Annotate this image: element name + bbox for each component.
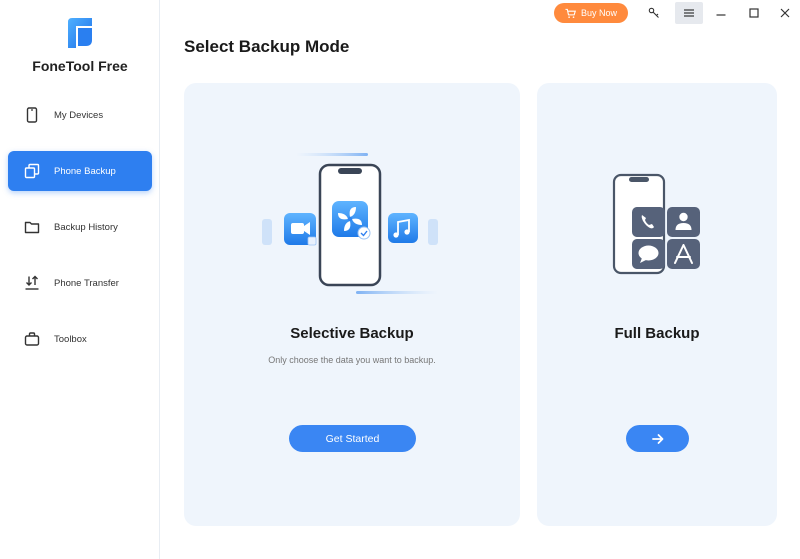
buy-now-button[interactable]: Buy Now xyxy=(554,3,628,23)
sidebar-item-label: Toolbox xyxy=(54,333,87,345)
phone-icon xyxy=(26,107,38,123)
toolbox-icon xyxy=(24,332,40,346)
arrow-right-icon xyxy=(651,433,663,444)
maximize-icon xyxy=(749,8,759,18)
sidebar-nav: My Devices Phone Backup Backup History P… xyxy=(8,95,152,375)
app-name: FoneTool Free xyxy=(32,58,128,74)
sidebar-item-label: My Devices xyxy=(54,109,104,121)
sidebar-item-toolbox[interactable]: Toolbox xyxy=(8,319,152,359)
close-button[interactable] xyxy=(771,2,799,24)
sidebar: FoneTool Free My Devices Phone Backup Ba… xyxy=(0,0,160,559)
backup-icon xyxy=(24,163,40,179)
sidebar-item-phone-backup[interactable]: Phone Backup xyxy=(8,151,152,191)
selective-backup-illustration-icon xyxy=(262,153,438,294)
get-started-button[interactable]: Get Started xyxy=(289,425,416,452)
sidebar-item-phone-transfer[interactable]: Phone Transfer xyxy=(8,263,152,303)
sidebar-item-backup-history[interactable]: Backup History xyxy=(8,207,152,247)
selective-backup-card[interactable]: Selective Backup Only choose the data yo… xyxy=(184,83,520,526)
sidebar-item-my-devices[interactable]: My Devices xyxy=(8,95,152,135)
fonetool-logo-icon xyxy=(68,18,92,48)
folder-icon xyxy=(24,221,40,234)
transfer-icon xyxy=(25,275,39,290)
key-button[interactable] xyxy=(640,2,668,24)
minimize-icon xyxy=(716,14,726,16)
sidebar-item-label: Phone Transfer xyxy=(54,277,119,289)
menu-button[interactable] xyxy=(675,2,703,24)
cart-icon xyxy=(565,8,576,18)
close-icon xyxy=(780,8,790,18)
minimize-button[interactable] xyxy=(707,2,735,24)
hamburger-menu-icon xyxy=(684,9,694,17)
page-title: Select Backup Mode xyxy=(184,37,350,56)
selective-backup-description: Only choose the data you want to backup. xyxy=(268,355,436,365)
sidebar-item-label: Phone Backup xyxy=(54,165,116,177)
selective-backup-title: Selective Backup xyxy=(290,325,414,342)
sidebar-item-label: Backup History xyxy=(54,221,118,233)
buy-now-label: Buy Now xyxy=(580,8,617,18)
app-logo: FoneTool Free xyxy=(0,16,160,74)
full-backup-card[interactable]: Full Backup xyxy=(537,83,777,526)
maximize-button[interactable] xyxy=(740,2,768,24)
key-icon xyxy=(648,7,659,18)
full-backup-start-button[interactable] xyxy=(626,425,689,452)
full-backup-illustration-icon xyxy=(612,173,700,275)
full-backup-title: Full Backup xyxy=(614,325,700,342)
